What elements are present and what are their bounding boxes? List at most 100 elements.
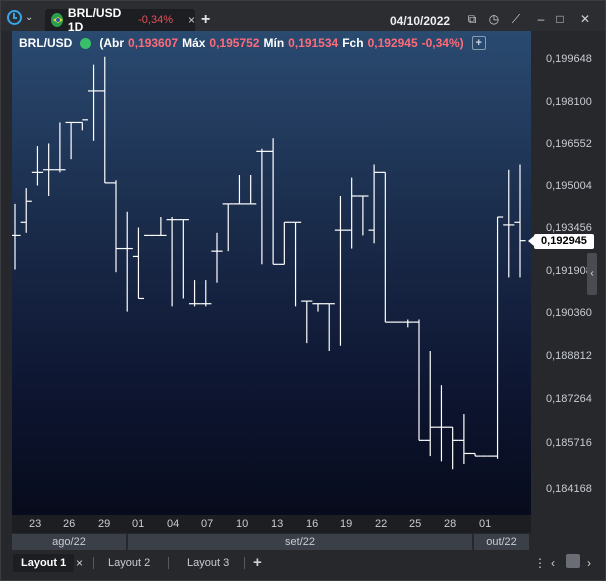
ohlc-bar[interactable] <box>31 146 44 186</box>
ohlc-bar[interactable] <box>87 64 100 141</box>
ohlc-bar[interactable] <box>514 164 526 278</box>
month-label-oct: out/22 <box>474 534 529 550</box>
clock-icon[interactable]: ◷ <box>487 13 501 25</box>
date-tick-label: 01 <box>479 518 492 530</box>
ohlc-bar[interactable] <box>267 138 279 265</box>
tab-divider <box>93 557 94 569</box>
date-tick-label: 29 <box>98 518 111 530</box>
ohlc-bar[interactable] <box>188 280 201 307</box>
low-label: Mín <box>263 36 285 50</box>
ohlc-bar[interactable] <box>211 232 223 283</box>
window-icon[interactable]: ⧉ <box>465 13 479 25</box>
ohlc-bar[interactable] <box>43 143 55 197</box>
last-price-label: 0,192945 <box>528 234 594 249</box>
ohlc-bar[interactable] <box>222 203 234 252</box>
ohlc-bar[interactable] <box>289 221 302 307</box>
price-tick-label: 0,191908 <box>546 265 592 277</box>
chevron-down-icon: ⌄ <box>25 11 34 23</box>
ohlc-bar[interactable] <box>110 180 122 273</box>
layout-tab-bar <box>1 551 605 575</box>
scroll-thumb[interactable] <box>566 554 580 568</box>
ohlc-bar[interactable] <box>447 426 459 470</box>
ohlc-bar[interactable] <box>413 319 425 441</box>
close-icon[interactable]: ✕ <box>578 13 592 25</box>
date-tick-label: 01 <box>132 518 145 530</box>
ohlc-bar[interactable] <box>334 196 347 346</box>
price-tick-label: 0,184168 <box>546 483 592 495</box>
change-value: -0,34%) <box>421 36 464 50</box>
info-symbol: BRL/USD <box>19 36 73 50</box>
ohlc-chart[interactable] <box>12 31 531 515</box>
ohlc-bar[interactable] <box>54 122 66 173</box>
live-status-icon <box>80 37 92 49</box>
top-bar: ⌄ BRL/USD 1D -0,34% × + 04/10/2022 ⧉ ◷ ⟋… <box>1 1 605 34</box>
ohlc-bar[interactable] <box>357 195 369 236</box>
price-tick-label: 0,193456 <box>546 222 592 234</box>
ohlc-bar[interactable] <box>256 148 268 265</box>
ohlc-info-bar: BRL/USD (Abr 0,193607 Máx 0,195752 Mín 0… <box>19 36 486 50</box>
clock-icon <box>7 9 22 25</box>
trend-icon[interactable]: ⟋ <box>509 13 523 25</box>
ohlc-bar[interactable] <box>99 56 111 184</box>
ohlc-bar[interactable] <box>233 174 246 205</box>
price-tick-label: 0,199648 <box>546 53 592 65</box>
month-text: ago/22 <box>52 536 86 548</box>
price-tick-label: 0,185716 <box>546 437 592 449</box>
ohlc-bar[interactable] <box>132 227 145 300</box>
ohlc-bar[interactable] <box>503 169 515 278</box>
tab-layout-1[interactable]: Layout 1 <box>13 554 75 572</box>
timeframe-menu-button[interactable]: ⌄ <box>7 8 43 26</box>
date-tick-label: 25 <box>409 518 422 530</box>
ohlc-bar[interactable] <box>491 216 504 459</box>
ohlc-bar[interactable] <box>379 171 391 323</box>
month-text: out/22 <box>486 536 517 548</box>
ohlc-bar[interactable] <box>278 221 290 265</box>
ohlc-bar[interactable] <box>177 219 189 299</box>
high-label: Máx <box>182 36 206 50</box>
ohlc-bar[interactable] <box>368 164 380 244</box>
price-tick-label: 0,190360 <box>546 307 592 319</box>
open-value: 0,193607 <box>128 36 179 50</box>
layout-1-close-button[interactable]: × <box>76 554 83 572</box>
tab-layout-2[interactable]: Layout 2 <box>108 554 150 572</box>
tab-layout-3[interactable]: Layout 3 <box>187 554 229 572</box>
collapse-panel-handle[interactable]: ‹ <box>587 253 597 295</box>
brazil-flag-icon <box>51 13 63 27</box>
ohlc-bar[interactable] <box>424 351 436 457</box>
add-tab-button[interactable]: + <box>201 11 210 29</box>
date-tick-label: 10 <box>236 518 249 530</box>
date-tick-label: 07 <box>201 518 214 530</box>
ohlc-bar[interactable] <box>346 177 358 249</box>
month-label-aug: ago/22 <box>12 534 126 550</box>
ohlc-bar[interactable] <box>65 121 77 160</box>
maximize-icon[interactable]: □ <box>553 13 567 25</box>
ohlc-bar[interactable] <box>469 452 481 457</box>
ohlc-bar[interactable] <box>435 385 448 462</box>
ohlc-bar[interactable] <box>402 319 414 328</box>
scroll-left-button[interactable]: ‹ <box>551 554 555 572</box>
tab-close-button[interactable]: × <box>188 13 195 27</box>
ohlc-bar[interactable] <box>121 211 133 312</box>
ohlc-bar[interactable] <box>20 188 32 233</box>
ohlc-bar[interactable] <box>458 414 470 464</box>
tab-brl-usd[interactable]: BRL/USD 1D -0,34% × <box>45 6 195 34</box>
more-options-icon[interactable]: ⋮ <box>534 554 546 572</box>
high-value: 0,195752 <box>209 36 260 50</box>
ohlc-bar[interactable] <box>312 303 324 312</box>
ohlc-bar[interactable] <box>301 300 313 344</box>
add-indicator-button[interactable]: + <box>471 36 486 50</box>
add-layout-button[interactable]: + <box>253 554 262 572</box>
ohlc-bar[interactable] <box>155 217 167 237</box>
current-date: 04/10/2022 <box>390 14 451 28</box>
month-text: set/22 <box>285 536 315 548</box>
minimize-icon[interactable]: – <box>534 13 548 25</box>
date-tick-label: 13 <box>271 518 284 530</box>
ohlc-bar[interactable] <box>200 280 212 307</box>
scroll-right-button[interactable]: › <box>587 554 591 572</box>
date-tick-label: 16 <box>306 518 319 530</box>
ohlc-bar[interactable] <box>76 119 88 131</box>
ohlc-bar[interactable] <box>245 174 257 205</box>
ohlc-bar[interactable] <box>166 217 178 307</box>
ohlc-bar[interactable] <box>12 203 21 270</box>
ohlc-bar[interactable] <box>323 303 335 352</box>
